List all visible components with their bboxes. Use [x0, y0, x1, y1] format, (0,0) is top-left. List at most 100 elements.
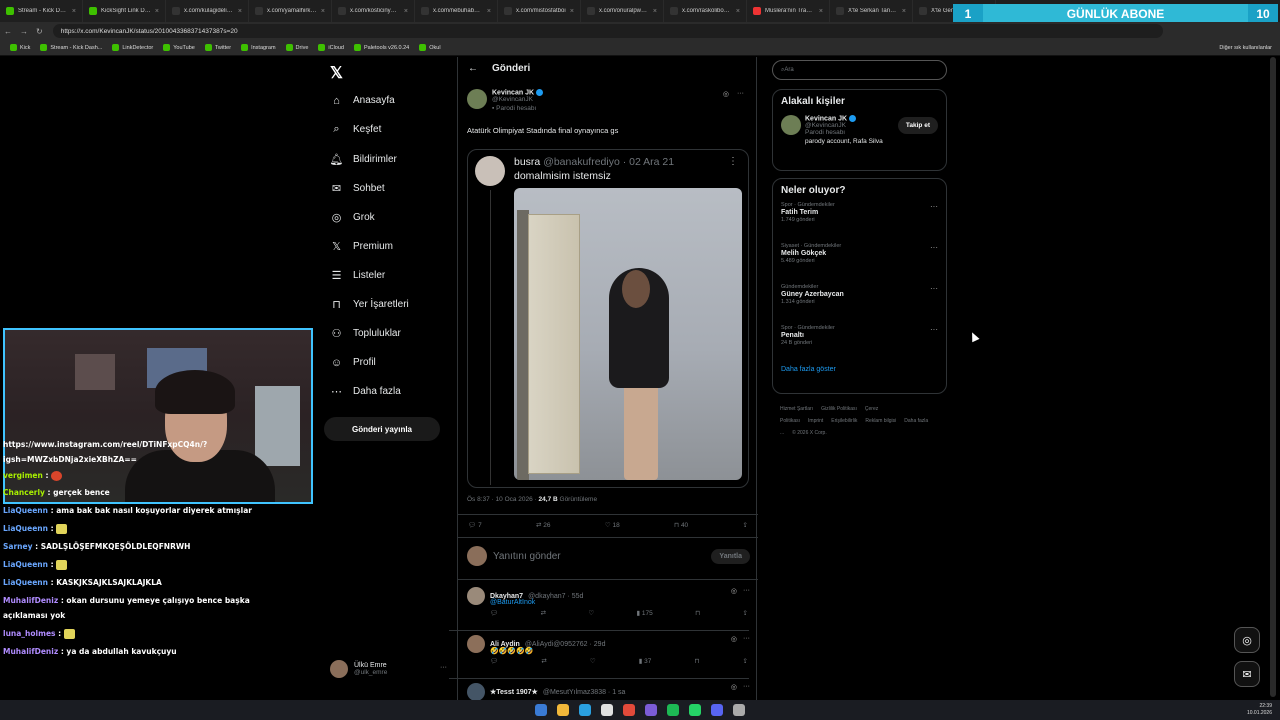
browser-tab[interactable]: x.com/kosticinyar5a × — [332, 0, 415, 22]
taskbar-app-icon[interactable] — [623, 704, 635, 716]
more-icon[interactable]: ··· — [930, 284, 938, 293]
avatar[interactable] — [781, 115, 801, 135]
nav-item-sohbet[interactable]: ✉ Sohbet — [330, 182, 385, 195]
bookmark-item[interactable]: Kick — [10, 44, 30, 51]
nav-item-premium[interactable]: 𝕏 Premium — [330, 240, 393, 253]
taskbar-app-icon[interactable] — [645, 704, 657, 716]
like-button[interactable]: ♡ 18 — [605, 521, 620, 529]
avatar[interactable] — [467, 635, 485, 653]
grok-icon[interactable]: ◎ — [1234, 627, 1260, 653]
taskbar-app-icon[interactable] — [601, 704, 613, 716]
forward-icon[interactable]: → — [16, 27, 32, 36]
taskbar-app-icon[interactable] — [733, 704, 745, 716]
bookmark-icon[interactable]: ⊓ — [695, 609, 700, 617]
quote-avatar[interactable] — [475, 156, 505, 186]
nav-item-ke-fet[interactable]: ⌕ Keşfet — [330, 123, 381, 136]
trend-item[interactable]: Gündemdekiler Güney Azerbaycan 1.314 gönde… — [773, 284, 946, 325]
browser-tab[interactable]: x.com/raskolibov/sta × — [664, 0, 747, 22]
taskbar-app-icon[interactable] — [535, 704, 547, 716]
footer-link[interactable]: Gizlilik Politikası — [821, 406, 857, 412]
close-icon[interactable]: × — [238, 8, 242, 15]
nav-item-daha-fazla[interactable]: ⋯ Daha fazla — [330, 385, 401, 398]
heart-icon[interactable]: ♡ — [588, 609, 594, 617]
nav-item-topluluklar[interactable]: ⚇ Topluluklar — [330, 327, 401, 340]
nav-item-grok[interactable]: ◎ Grok — [330, 211, 375, 224]
nav-item-profil[interactable]: ☺ Profil — [330, 356, 376, 369]
browser-tab[interactable]: x.com/onuralpwash × — [581, 0, 664, 22]
reply-post[interactable]: Ali Aydin @AliAydi@0952762 · 29d 🤣🤣🤣🤣🤣 ◎ ···… — [467, 635, 750, 665]
more-icon[interactable]: ··· — [743, 587, 750, 595]
close-icon[interactable]: × — [155, 8, 159, 15]
back-icon[interactable]: ← — [0, 27, 16, 36]
grok-icon[interactable]: ◎ — [731, 683, 737, 691]
taskbar-app-icon[interactable] — [689, 704, 701, 716]
bookmark-item[interactable]: LinkDetector — [112, 44, 153, 51]
quote-name[interactable]: busra — [514, 156, 540, 168]
taskbar-app-icon[interactable] — [667, 704, 679, 716]
reply-post[interactable]: Dkayhan7 @dkayhan7 · 55d @BaturAltInok ◎ ···… — [467, 587, 750, 617]
browser-tab[interactable]: x.com/nebuhaber/st × — [415, 0, 498, 22]
nav-item-anasayfa[interactable]: ⌂ Anasayfa — [330, 94, 395, 107]
nav-item-bildirimler[interactable]: 🔔︎ Bildirimler — [330, 153, 397, 166]
account-switcher[interactable]: Ülkü Emre @ulk_emre ··· — [330, 660, 447, 678]
reply-button[interactable]: 💬︎ 7 — [468, 521, 482, 529]
nav-item-listeler[interactable]: ☰ Listeler — [330, 269, 386, 282]
reply-icon[interactable]: 💬︎ — [490, 657, 498, 665]
author-avatar[interactable] — [467, 89, 487, 109]
x-logo-icon[interactable]: 𝕏 — [330, 63, 343, 83]
heart-icon[interactable]: ♡ — [590, 657, 596, 665]
more-icon[interactable]: ··· — [930, 243, 938, 252]
post-button[interactable]: Gönderi yayınla — [324, 417, 440, 441]
bookmark-item[interactable]: Instagram — [241, 44, 276, 51]
share-icon[interactable]: ⇪ — [743, 521, 748, 529]
close-icon[interactable]: × — [653, 8, 657, 15]
scrollbar[interactable] — [1270, 57, 1276, 697]
url-field[interactable]: https://x.com/KevincanJK/status/20100433… — [52, 24, 1163, 38]
trend-item[interactable]: Spor · Gündemdekiler Penaltı 24 B gönderi ·… — [773, 325, 946, 366]
bookmark-item[interactable]: Stream - Kick Dash... — [40, 44, 102, 51]
reload-icon[interactable]: ↻ — [32, 27, 47, 36]
browser-tab[interactable]: x.com/yamalhirka/s × — [249, 0, 332, 22]
bookmark-item[interactable]: iCloud — [318, 44, 344, 51]
footer-link[interactable]: Reklam bilgisi — [865, 418, 896, 424]
browser-tab[interactable]: X'te Serkan Tanyıldı × — [830, 0, 913, 22]
close-icon[interactable]: × — [487, 8, 491, 15]
taskbar-app-icon[interactable] — [579, 704, 591, 716]
footer-link[interactable]: Erişilebilirlik — [831, 418, 857, 424]
author-handle[interactable]: @KevincanJK — [492, 96, 543, 103]
footer-link[interactable]: Hizmet Şartları — [780, 406, 813, 412]
close-icon[interactable]: × — [570, 8, 574, 15]
search-input[interactable]: ⌕ Ara — [772, 60, 947, 80]
trend-item[interactable]: Spor · Gündemdekiler Fatih Terim 1.749 gön… — [773, 202, 946, 243]
share-icon[interactable]: ⇪ — [743, 609, 748, 617]
bookmark-item[interactable]: Drive — [285, 44, 308, 51]
quote-photo[interactable] — [514, 188, 742, 480]
trend-item[interactable]: Siyaset · Gündemdekiler Melih Gökçek 5.489… — [773, 243, 946, 284]
avatar[interactable] — [467, 683, 485, 700]
quote-handle[interactable]: @banakufrediyo — [543, 156, 620, 168]
bookmark-item[interactable]: YouTube — [163, 44, 195, 51]
chat-username[interactable]: Sarney — [3, 542, 32, 551]
close-icon[interactable]: × — [819, 8, 823, 15]
bookmark-button[interactable]: ⊓ 40 — [674, 521, 688, 529]
chat-username[interactable]: LiaQueenn — [3, 506, 48, 515]
avatar[interactable] — [467, 587, 485, 605]
browser-tab[interactable]: KickSight Link Detec × — [83, 0, 166, 22]
more-icon[interactable]: ··· — [743, 635, 750, 643]
chat-username[interactable]: luna_holmes — [3, 629, 56, 638]
system-tray[interactable]: 22:39 10.01.2026 — [1247, 703, 1272, 717]
more-icon[interactable]: ··· — [440, 664, 447, 671]
reply-icon[interactable]: 💬︎ — [490, 609, 498, 617]
bookmark-item[interactable]: Okul — [419, 44, 441, 51]
chat-username[interactable]: Chancerly — [3, 488, 45, 497]
other-bookmarks[interactable]: Diğer sık kullanılanlar — [1219, 45, 1272, 51]
nav-item-yer-i-aretleri[interactable]: ⊓ Yer İşaretleri — [330, 298, 409, 311]
chat-username[interactable]: LiaQueenn — [3, 560, 48, 569]
close-icon[interactable]: × — [404, 8, 408, 15]
taskbar-app-icon[interactable] — [711, 704, 723, 716]
close-icon[interactable]: × — [736, 8, 740, 15]
related-person[interactable]: Kevincan JK @KevincanJK Parodi hesabı pa… — [773, 113, 946, 165]
reply-post[interactable]: ★Tesst 1907★ @MesutYılmaz3838 · 1 sa ◎ ··· — [467, 683, 750, 700]
reply-submit-button[interactable]: Yanıtla — [711, 548, 750, 564]
footer-link[interactable]: © 2026 X Corp. — [792, 430, 827, 436]
